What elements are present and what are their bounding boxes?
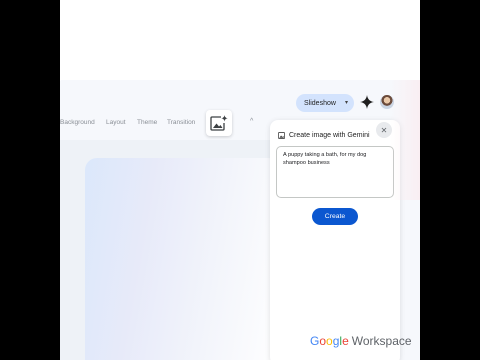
image-generate-button[interactable] [206,110,232,136]
format-toolbar: Background Layout Theme Transition ^ [60,116,275,132]
toolbar-background[interactable]: Background [60,119,95,126]
chevron-down-icon[interactable]: ▾ [345,99,348,106]
prompt-input[interactable]: A puppy taking a bath, for my dog shampo… [276,146,394,198]
create-button[interactable]: Create [312,208,358,225]
chevron-up-icon[interactable]: ^ [250,118,253,125]
panel-title: Create image with Gemini [289,131,370,139]
image-sparkle-icon [210,115,228,131]
toolbar-layout[interactable]: Layout [106,119,126,126]
video-frame: Slideshow ▾ Background Layout Theme Tran… [60,0,420,360]
gemini-spark-icon[interactable] [360,95,374,109]
avatar[interactable] [380,95,394,109]
close-icon[interactable]: ✕ [376,122,392,138]
slideshow-label: Slideshow [304,99,336,107]
slideshow-button[interactable]: Slideshow ▾ [296,94,354,112]
toolbar-theme[interactable]: Theme [137,119,157,126]
top-bar: Slideshow ▾ [60,80,420,116]
gemini-side-panel: Create image with Gemini ✕ A puppy takin… [270,120,400,360]
slide-canvas[interactable] [85,158,280,360]
slide-workspace [60,140,280,360]
image-icon [278,131,285,139]
workspace-wordmark: Workspace [351,334,412,348]
toolbar-transition[interactable]: Transition [167,119,195,126]
google-workspace-logo: Google Workspace [310,334,412,348]
slides-app: Slideshow ▾ Background Layout Theme Tran… [60,80,420,360]
google-wordmark: Google [310,334,349,348]
